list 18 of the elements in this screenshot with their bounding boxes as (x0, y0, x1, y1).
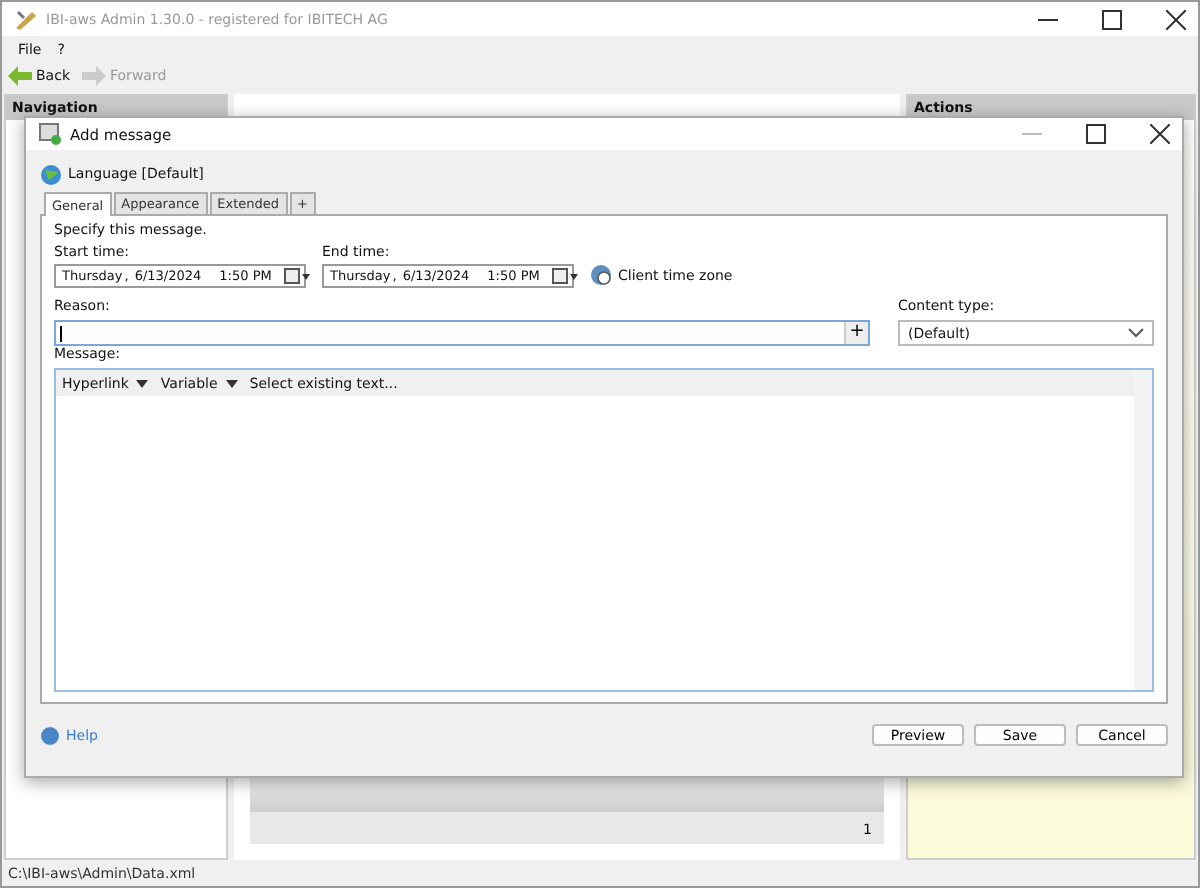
reason-field[interactable]: + (54, 320, 870, 346)
message-icon (38, 122, 62, 146)
dropdown-icon (136, 379, 149, 387)
maximize-icon[interactable] (1102, 9, 1122, 29)
globe-clock-icon (590, 264, 612, 286)
close-icon[interactable] (1166, 9, 1186, 29)
globe-icon (40, 163, 62, 185)
app-icon (14, 7, 38, 31)
help-icon (40, 725, 60, 745)
dropdown-icon (225, 379, 238, 387)
close-icon[interactable] (1150, 124, 1170, 144)
calendar-icon[interactable] (283, 268, 312, 284)
add-button[interactable]: + (844, 322, 868, 344)
chevron-icon (1128, 328, 1144, 338)
calendar-icon[interactable] (551, 268, 580, 284)
maximize-icon[interactable] (1086, 124, 1106, 144)
arrow-icon (8, 66, 32, 86)
arrow-icon (82, 66, 106, 86)
